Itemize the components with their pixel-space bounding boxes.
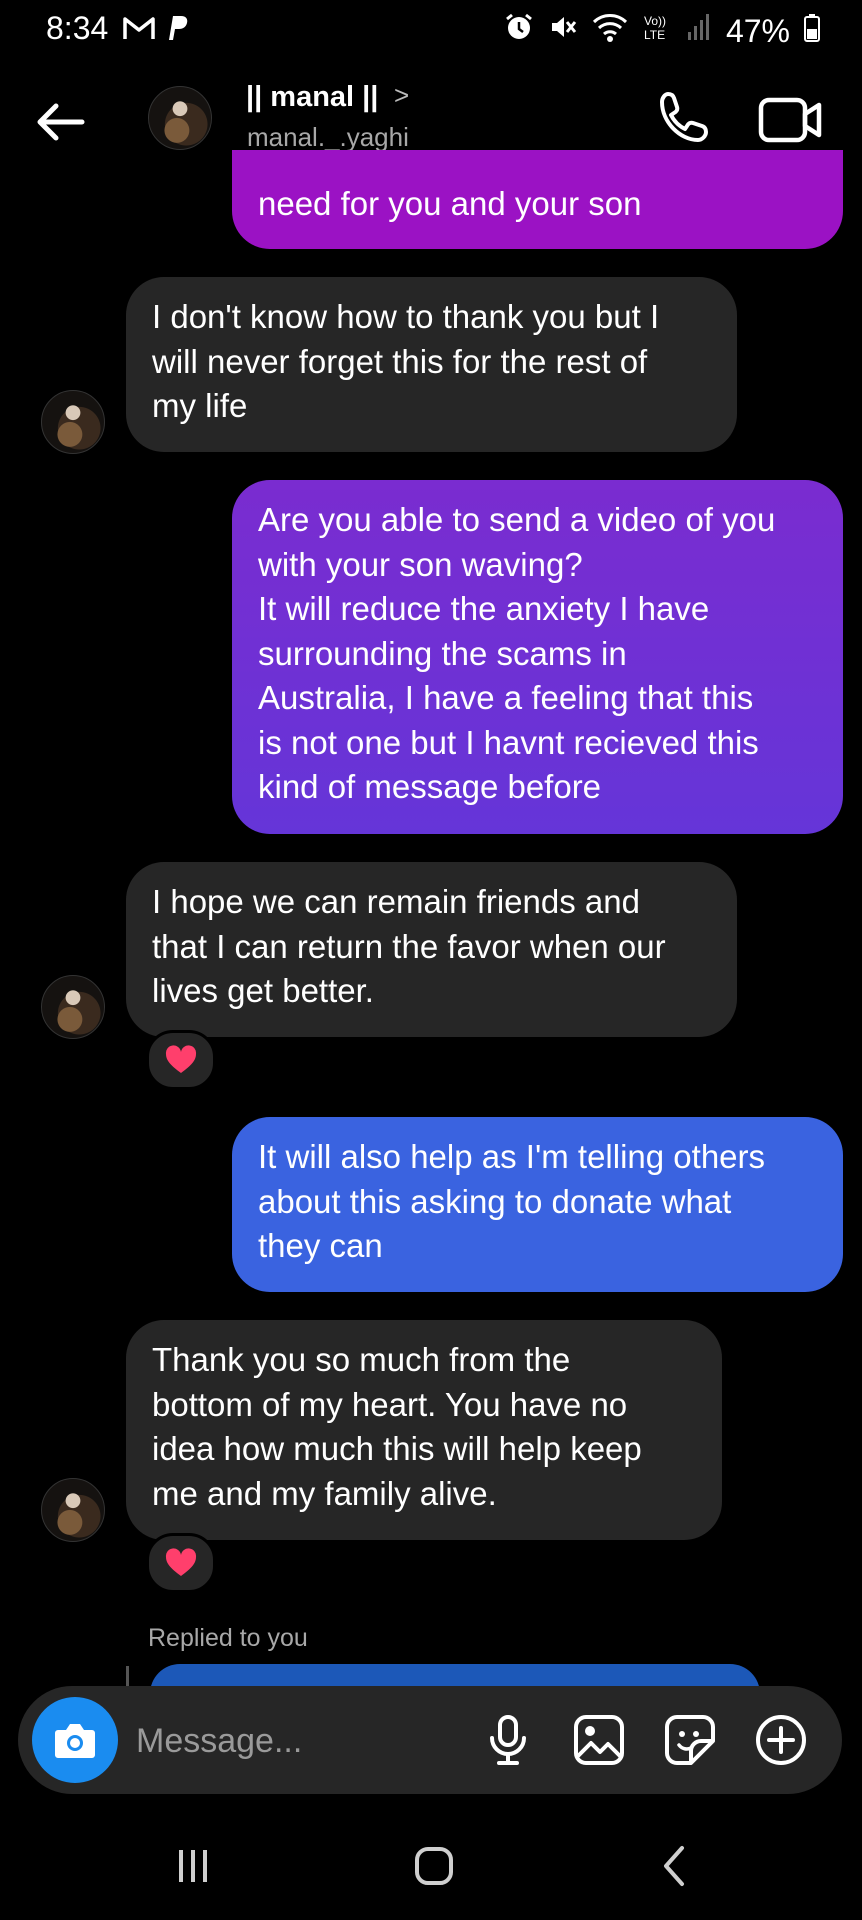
mute-icon [548,12,578,50]
message-text: I hope we can remain friends and that I … [152,883,666,1009]
chevron-right-icon[interactable]: > [394,80,409,111]
status-system-icons: Vo)) LTE 47% [504,12,820,50]
camera-icon [55,1724,95,1758]
plus-circle-icon [756,1715,806,1765]
signal-icon [686,12,712,50]
home-button[interactable] [404,1836,464,1896]
audio-call-button[interactable] [654,88,714,148]
message-input[interactable] [134,1705,468,1777]
message-text: Are you able to send a video of you with… [258,501,776,805]
message-text: It will also help as I'm telling others … [258,1138,766,1264]
outgoing-message[interactable]: Are you able to send a video of you with… [232,480,843,834]
outgoing-message[interactable]: need for you and your son [232,150,843,249]
recent-apps-button[interactable] [163,1836,223,1896]
battery-percent: 47% [725,12,790,49]
alarm-icon [504,12,534,50]
replied-to-label: Replied to you [148,1624,308,1652]
battery-icon [804,13,820,50]
outgoing-message[interactable]: It will also help as I'm telling others … [232,1117,843,1292]
svg-text:LTE: LTE [644,28,665,42]
message-text: I don't know how to thank you but I will… [152,298,660,424]
more-options-button[interactable] [752,1711,810,1769]
paypal-icon [164,14,188,47]
status-time: 8:34 [46,10,109,46]
back-icon [664,1846,684,1886]
sticker-icon [665,1715,715,1765]
sticker-button[interactable] [661,1711,719,1769]
message-reaction[interactable] [146,1030,216,1090]
sender-avatar[interactable] [41,390,105,454]
video-camera-icon [758,97,822,143]
microphone-icon [490,1715,526,1765]
system-back-button[interactable] [645,1836,705,1896]
message-text: need for you and your son [258,185,642,222]
sender-avatar[interactable] [41,1478,105,1542]
sender-avatar[interactable] [41,975,105,1039]
phone-icon [660,92,708,142]
message-reaction[interactable] [146,1533,216,1593]
camera-button[interactable] [32,1697,118,1783]
gmail-icon [122,15,156,46]
back-button[interactable] [30,92,90,152]
recent-apps-icon [179,1850,207,1882]
home-icon [415,1847,453,1885]
contact-name[interactable]: || manal || [246,81,378,114]
incoming-message[interactable]: Thank you so much from the bottom of my … [126,1320,722,1540]
contact-username[interactable]: manal._.yaghi [247,122,409,153]
svg-text:Vo)): Vo)) [644,14,666,28]
video-call-button[interactable] [756,90,826,150]
message-text: Thank you so much from the bottom of my … [152,1341,642,1512]
contact-avatar[interactable] [148,86,212,150]
gallery-icon [574,1715,624,1765]
heart-icon [165,1548,197,1576]
voice-message-button[interactable] [479,1711,537,1769]
wifi-icon [592,12,628,50]
gallery-button[interactable] [570,1711,628,1769]
volte-icon: Vo)) LTE [642,12,672,50]
incoming-message[interactable]: I don't know how to thank you but I will… [126,277,737,452]
heart-icon [165,1045,197,1073]
status-bar: 8:34 Vo)) LTE 47% [0,0,862,60]
incoming-message[interactable]: I hope we can remain friends and that I … [126,862,737,1037]
status-notification-icons [122,14,188,47]
back-arrow-icon [37,103,85,141]
